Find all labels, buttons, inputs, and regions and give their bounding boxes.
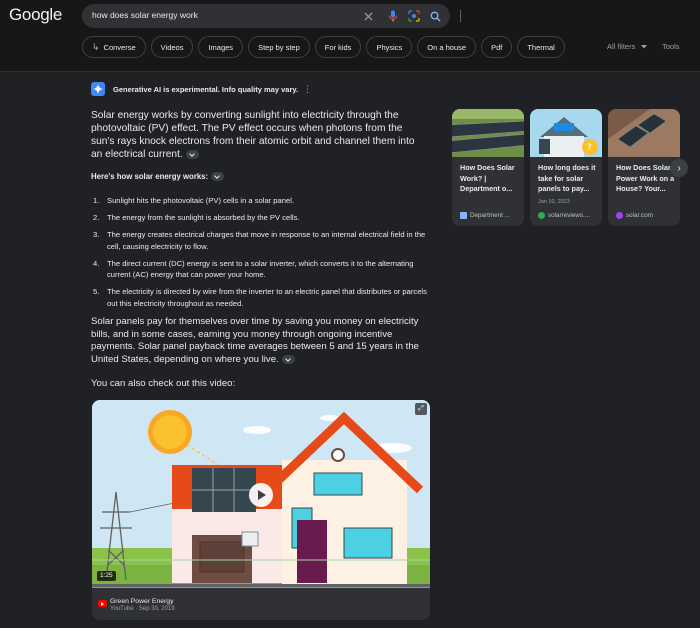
- steps-list: 1. Sunlight hits the photovoltaic (PV) ce…: [91, 195, 436, 315]
- converse-arrow-icon: ↳: [92, 41, 100, 52]
- card-source: solarreviews....: [538, 212, 590, 219]
- more-options-icon[interactable]: ⋮: [303, 84, 312, 95]
- solar-com-favicon-icon: [616, 212, 623, 219]
- card-title: How Does Solar Power Work on a House? Yo…: [616, 163, 675, 193]
- card-source: Department ...: [460, 212, 510, 219]
- fullscreen-icon[interactable]: ⤢: [415, 403, 427, 415]
- google-logo[interactable]: Google: [9, 5, 62, 25]
- search-divider: [460, 10, 461, 22]
- video-intro-text: You can also check out this video:: [91, 378, 236, 389]
- list-item: 3. The energy creates electrical charges …: [93, 230, 426, 251]
- video-duration: 1:25: [97, 571, 116, 581]
- chip-converse[interactable]: ↳ Converse: [82, 36, 146, 58]
- card-title: How long does it take for solar panels t…: [538, 163, 596, 193]
- chip-on-a-house[interactable]: On a house: [417, 36, 477, 58]
- lens-icon[interactable]: [407, 9, 421, 23]
- youtube-icon: [98, 600, 107, 607]
- video-channel: Green Power Energy: [110, 598, 174, 605]
- chip-physics[interactable]: Physics: [366, 36, 413, 58]
- solarreviews-favicon-icon: [538, 212, 545, 219]
- microphone-icon[interactable]: [386, 9, 400, 23]
- filter-chips: ↳ Converse Videos Images Step by step For…: [82, 36, 565, 58]
- tools-button[interactable]: Tools: [662, 42, 680, 51]
- ai-intro: Solar energy works by converting sunligh…: [91, 110, 415, 160]
- list-item: 4. The direct current (DC) energy is sent…: [93, 258, 414, 280]
- list-item: 5. The electricity is directed by wire fr…: [93, 287, 427, 308]
- expand-chip-icon[interactable]: [211, 172, 225, 181]
- next-arrow-icon[interactable]: ›: [670, 159, 688, 177]
- video-meta: YouTube · Sep 30, 2019: [110, 606, 175, 612]
- chevron-down-icon: [641, 44, 648, 48]
- chip-images[interactable]: Images: [198, 36, 244, 58]
- video-progress-bar[interactable]: [92, 584, 430, 587]
- header: Google how does solar energy work ↳ Conv…: [0, 0, 700, 72]
- roof-panels-thumbnail: [608, 109, 680, 157]
- play-button[interactable]: [249, 483, 273, 507]
- how-it-works-title: Here's how solar energy works:: [91, 172, 225, 181]
- list-item: 2. The energy from the sunlight is absorb…: [93, 213, 300, 222]
- house-savings-thumbnail: ?: [530, 109, 602, 157]
- chip-thermal[interactable]: Thermal: [517, 36, 565, 58]
- payback-paragraph: Solar panels pay for themselves over tim…: [91, 316, 419, 365]
- search-input[interactable]: how does solar energy work: [92, 10, 198, 20]
- sun-illustration: [148, 410, 192, 454]
- video-info[interactable]: Green Power Energy YouTube · Sep 30, 201…: [92, 588, 430, 620]
- chip-videos[interactable]: Videos: [150, 36, 194, 58]
- expand-chip-icon[interactable]: [281, 354, 295, 364]
- department-favicon-icon: [460, 212, 467, 219]
- source-card-1[interactable]: How Does Solar Work? | Department o... D…: [452, 109, 524, 226]
- svg-text:?: ?: [587, 143, 592, 153]
- card-date: Jan 10, 2023: [538, 199, 570, 205]
- chip-for-kids[interactable]: For kids: [314, 36, 362, 58]
- solar-field-thumbnail: [452, 109, 524, 157]
- all-filters-button[interactable]: All filters: [607, 42, 648, 51]
- list-item: 1. Sunlight hits the photovoltaic (PV) ce…: [93, 196, 294, 205]
- expand-chip-icon[interactable]: [185, 149, 199, 159]
- search-icon[interactable]: [428, 9, 442, 23]
- ai-overview-header: Generative AI is experimental. Info qual…: [91, 82, 298, 96]
- chip-pdf[interactable]: Pdf: [481, 36, 513, 58]
- clear-icon[interactable]: [361, 9, 375, 23]
- sparkle-icon: [91, 82, 105, 96]
- card-title: How Does Solar Work? | Department o...: [460, 163, 515, 193]
- search-box[interactable]: how does solar energy work: [82, 4, 461, 28]
- chip-step-by-step[interactable]: Step by step: [248, 36, 310, 58]
- source-card-2[interactable]: ? How long does it take for solar panels…: [530, 109, 602, 226]
- card-source: solar.com: [616, 212, 653, 219]
- ai-disclaimer: Generative AI is experimental. Info qual…: [113, 84, 299, 94]
